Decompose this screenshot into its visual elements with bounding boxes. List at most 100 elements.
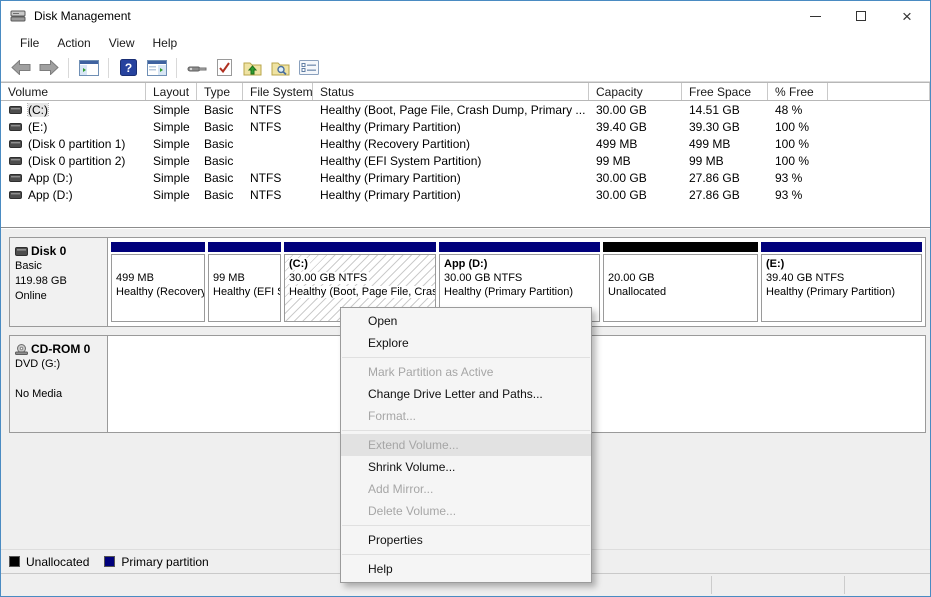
partition-context-menu: Open Explore Mark Partition as Active Ch… bbox=[340, 307, 592, 583]
cell-layout: Simple bbox=[146, 188, 197, 202]
cell-fs: NTFS bbox=[243, 103, 313, 117]
partition-status: Healthy (Primary Partition) bbox=[444, 285, 599, 299]
menu-item-help[interactable]: Help bbox=[341, 558, 591, 580]
partition-recovery[interactable]: 499 MB Healthy (Recovery Partition) bbox=[111, 242, 205, 322]
disk-size: 119.98 GB bbox=[15, 274, 105, 289]
folder-up-icon[interactable] bbox=[241, 57, 264, 79]
table-row[interactable]: (Disk 0 partition 2) Simple Basic Health… bbox=[1, 152, 930, 169]
volume-icon bbox=[9, 140, 22, 148]
back-icon[interactable] bbox=[9, 57, 32, 79]
task-check-icon[interactable] bbox=[213, 57, 236, 79]
partition-color-bar bbox=[439, 242, 600, 252]
svg-text:?: ? bbox=[125, 61, 132, 75]
partition-size: 20.00 GB bbox=[608, 271, 757, 285]
partition-color-bar bbox=[208, 242, 281, 252]
toolbar-separator bbox=[108, 58, 109, 78]
disk-status: Online bbox=[15, 289, 105, 304]
menu-action[interactable]: Action bbox=[48, 33, 99, 53]
menu-help[interactable]: Help bbox=[144, 33, 187, 53]
table-row[interactable]: (Disk 0 partition 1) Simple Basic Health… bbox=[1, 135, 930, 152]
partition-size: 39.40 GB NTFS bbox=[766, 271, 921, 285]
partition-color-bar bbox=[284, 242, 436, 252]
close-button[interactable]: × bbox=[884, 1, 930, 31]
cell-free-space: 14.51 GB bbox=[682, 103, 768, 117]
menu-bar: File Action View Help bbox=[1, 31, 930, 54]
volume-name: (E:) bbox=[28, 120, 47, 134]
menu-item-properties[interactable]: Properties bbox=[341, 529, 591, 551]
volume-name: (Disk 0 partition 2) bbox=[28, 154, 125, 168]
col-free-space[interactable]: Free Space bbox=[682, 83, 768, 100]
cell-type: Basic bbox=[197, 103, 243, 117]
partition-label bbox=[213, 257, 280, 271]
console-tree-icon[interactable] bbox=[77, 57, 100, 79]
partition-color-bar bbox=[761, 242, 922, 252]
cell-free-space: 499 MB bbox=[682, 137, 768, 151]
col-pct-free[interactable]: % Free bbox=[768, 83, 828, 100]
cell-capacity: 30.00 GB bbox=[589, 188, 682, 202]
menu-separator bbox=[342, 357, 590, 358]
volume-name: (C:) bbox=[28, 103, 48, 117]
legend-label: Unallocated bbox=[26, 555, 89, 569]
table-row[interactable]: (E:) Simple Basic NTFS Healthy (Primary … bbox=[1, 118, 930, 135]
partition-status: Healthy (Recovery Partition) bbox=[116, 285, 204, 299]
unallocated-swatch bbox=[9, 556, 20, 567]
cdrom-0-info[interactable]: CD-ROM 0 DVD (G:) No Media bbox=[10, 336, 108, 432]
col-capacity[interactable]: Capacity bbox=[589, 83, 682, 100]
menu-view[interactable]: View bbox=[100, 33, 144, 53]
partition-label bbox=[116, 257, 204, 271]
cell-pct-free: 93 % bbox=[768, 171, 828, 185]
menu-item-format: Format... bbox=[341, 405, 591, 427]
folder-search-icon[interactable] bbox=[269, 57, 292, 79]
menu-item-shrink-volume[interactable]: Shrink Volume... bbox=[341, 456, 591, 478]
partition-label: (E:) bbox=[766, 257, 921, 271]
minimize-button[interactable] bbox=[792, 1, 838, 31]
partition-size: 30.00 GB NTFS bbox=[444, 271, 599, 285]
maximize-button[interactable] bbox=[838, 1, 884, 31]
menu-separator bbox=[342, 525, 590, 526]
cell-status: Healthy (Primary Partition) bbox=[313, 188, 589, 202]
cell-capacity: 99 MB bbox=[589, 154, 682, 168]
partition-label: App (D:) bbox=[444, 257, 599, 271]
col-layout[interactable]: Layout bbox=[146, 83, 197, 100]
cell-status: Healthy (Primary Partition) bbox=[313, 171, 589, 185]
cell-status: Healthy (Recovery Partition) bbox=[313, 137, 589, 151]
cell-layout: Simple bbox=[146, 154, 197, 168]
col-file-system[interactable]: File System bbox=[243, 83, 313, 100]
disk-tool-icon[interactable] bbox=[185, 57, 208, 79]
cell-status: Healthy (Boot, Page File, Crash Dump, Pr… bbox=[313, 103, 589, 117]
cell-pct-free: 100 % bbox=[768, 154, 828, 168]
help-icon[interactable]: ? bbox=[117, 57, 140, 79]
partition-size: 30.00 GB NTFS bbox=[289, 272, 369, 284]
legend-unallocated: Unallocated bbox=[9, 555, 89, 569]
menu-file[interactable]: File bbox=[11, 33, 48, 53]
action-pane-icon[interactable] bbox=[145, 57, 168, 79]
menu-item-explore[interactable]: Explore bbox=[341, 332, 591, 354]
toolbar-separator bbox=[176, 58, 177, 78]
legend-primary-partition: Primary partition bbox=[104, 555, 208, 569]
menu-item-open[interactable]: Open bbox=[341, 310, 591, 332]
cell-fs: NTFS bbox=[243, 171, 313, 185]
disk-management-window: Disk Management × File Action View Help bbox=[0, 0, 931, 597]
col-type[interactable]: Type bbox=[197, 83, 243, 100]
menu-item-change-drive-letter[interactable]: Change Drive Letter and Paths... bbox=[341, 383, 591, 405]
partition-unallocated[interactable]: 20.00 GB Unallocated bbox=[603, 242, 758, 322]
minimize-icon bbox=[810, 16, 821, 17]
table-row[interactable]: App (D:) Simple Basic NTFS Healthy (Prim… bbox=[1, 169, 930, 186]
window-title: Disk Management bbox=[34, 9, 131, 23]
forward-icon[interactable] bbox=[37, 57, 60, 79]
disk-0-info[interactable]: Disk 0 Basic 119.98 GB Online bbox=[10, 238, 108, 326]
partition-efi[interactable]: 99 MB Healthy (EFI System Partition) bbox=[208, 242, 281, 322]
table-row[interactable]: (C:) Simple Basic NTFS Healthy (Boot, Pa… bbox=[1, 101, 930, 118]
col-volume[interactable]: Volume bbox=[1, 83, 146, 100]
table-header: Volume Layout Type File System Status Ca… bbox=[1, 82, 930, 101]
cdrom-status: No Media bbox=[15, 387, 105, 402]
volume-icon bbox=[9, 106, 22, 114]
partition-e[interactable]: (E:) 39.40 GB NTFS Healthy (Primary Part… bbox=[761, 242, 922, 322]
properties-list-icon[interactable] bbox=[297, 57, 320, 79]
col-status[interactable]: Status bbox=[313, 83, 589, 100]
cell-type: Basic bbox=[197, 137, 243, 151]
volume-list-pane: Volume Layout Type File System Status Ca… bbox=[1, 82, 930, 228]
table-row[interactable]: App (D:) Simple Basic NTFS Healthy (Prim… bbox=[1, 186, 930, 203]
volume-name: App (D:) bbox=[28, 171, 73, 185]
partition-label: (C:) bbox=[289, 258, 310, 270]
